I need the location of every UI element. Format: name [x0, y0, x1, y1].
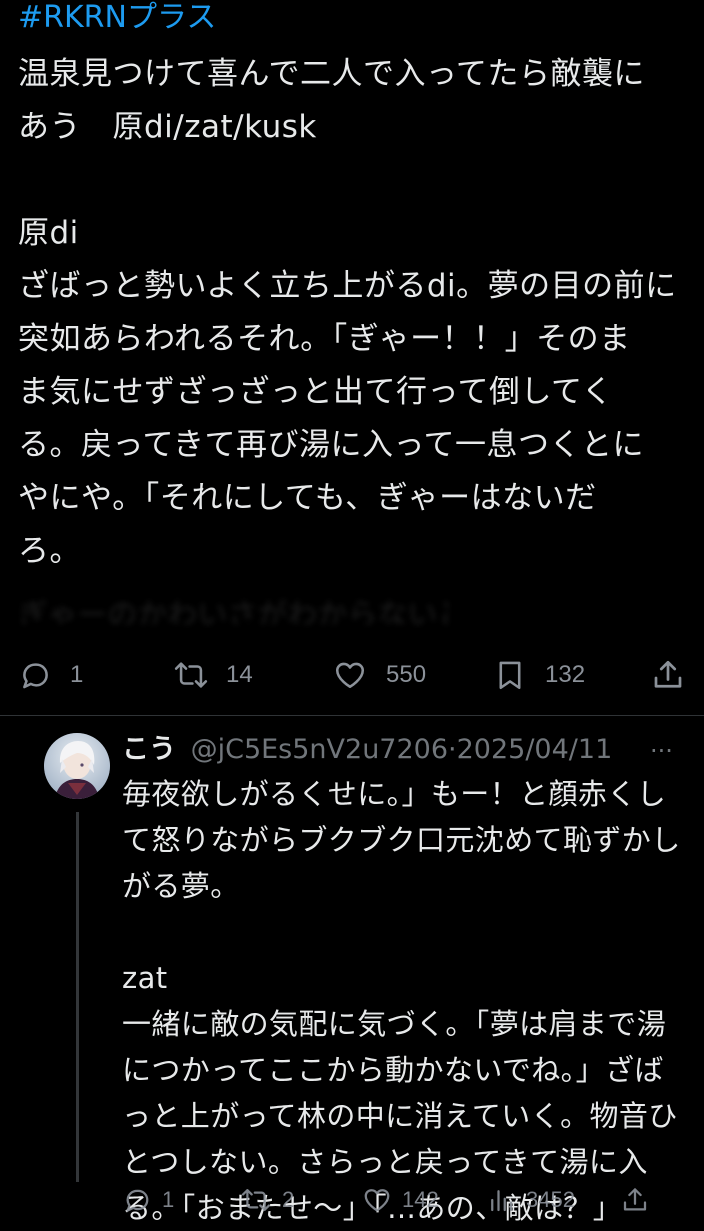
reply-author-handle[interactable]: @jC5Es5nV2u7206: [191, 734, 448, 765]
tweet-text-faded: ぎゃーのかわいさがわからないとはね: [18, 598, 448, 624]
share-icon: [620, 1185, 650, 1215]
reply-reply-count: 1: [162, 1187, 175, 1212]
reply-like-button[interactable]: 142: [362, 1180, 439, 1220]
repost-count: 14: [226, 661, 253, 688]
reply-icon: [122, 1185, 152, 1215]
reply-text: 毎夜欲しがるくせに。」もー！と顔赤くし て怒りながらブクブク口元沈めて恥ずかし …: [122, 777, 681, 1225]
reply-button[interactable]: 1: [18, 655, 83, 695]
reply-share-button[interactable]: [620, 1180, 650, 1220]
thread-line: [76, 812, 79, 1182]
like-count: 550: [386, 661, 427, 688]
bookmark-icon: [493, 657, 527, 693]
reply-views-count: 3452: [526, 1187, 575, 1212]
bookmark-count: 132: [545, 661, 586, 688]
avatar[interactable]: [44, 733, 110, 799]
heart-icon: [362, 1185, 392, 1215]
views-icon: [486, 1185, 516, 1215]
repost-button[interactable]: 14: [172, 655, 253, 695]
share-icon: [650, 657, 686, 693]
tweet-action-bar: 1 14 550 132: [0, 655, 704, 695]
reply-repost-count: 2: [282, 1187, 295, 1212]
reply-reply-button[interactable]: 1: [122, 1180, 174, 1220]
reply-date[interactable]: 2025/04/11: [457, 734, 613, 765]
repost-icon: [172, 658, 210, 692]
like-button[interactable]: 550: [332, 655, 426, 695]
reply-repost-button[interactable]: 2: [240, 1180, 294, 1220]
reply-count: 1: [70, 661, 84, 688]
reply-views-button[interactable]: 3452: [486, 1180, 575, 1220]
reply-header: こう @jC5Es5nV2u7206·2025/04/11: [122, 730, 692, 770]
reply-tweet: こう @jC5Es5nV2u7206·2025/04/11 ··· 毎夜欲しがる…: [0, 716, 704, 1225]
reply-like-count: 142: [402, 1187, 439, 1212]
more-icon[interactable]: ···: [650, 739, 690, 763]
share-button[interactable]: [650, 655, 686, 695]
reply-author-name[interactable]: こう: [122, 734, 176, 765]
separator-dot: ·: [448, 734, 457, 765]
heart-icon: [332, 658, 368, 692]
repost-icon: [240, 1185, 272, 1215]
reply-icon: [18, 658, 52, 692]
reply-action-bar: 1 2 142 3452: [0, 1180, 704, 1216]
tweet-text: 温泉見つけて喜んで二人で入ってたら敵襲に あう 原di/zat/kusk 原di…: [18, 56, 677, 569]
bookmark-button[interactable]: 132: [493, 655, 585, 695]
hashtag-link[interactable]: #RKRNプラス: [18, 0, 216, 36]
